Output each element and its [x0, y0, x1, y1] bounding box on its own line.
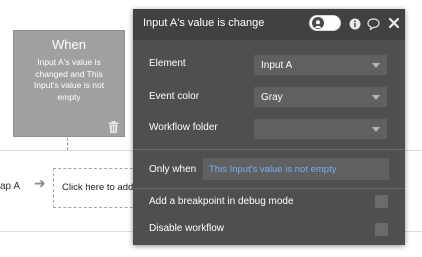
trash-icon[interactable] — [108, 121, 119, 133]
only-when-label: Only when — [149, 164, 197, 175]
event-card-title: When — [52, 37, 86, 52]
chevron-down-icon — [372, 127, 380, 132]
disable-workflow-checkbox[interactable] — [375, 223, 388, 236]
toggle-switch[interactable] — [309, 15, 341, 31]
comment-icon[interactable] — [367, 18, 380, 30]
chevron-down-icon — [372, 63, 380, 68]
add-action-button[interactable]: Click here to add — [53, 168, 143, 208]
arrow-right-icon: ➜ — [34, 175, 46, 191]
element-dropdown-value: Input A — [261, 60, 293, 71]
step-label[interactable]: ap A — [0, 181, 20, 192]
info-icon[interactable] — [349, 18, 361, 30]
connector-line — [67, 138, 69, 150]
panel-divider — [133, 188, 405, 189]
panel-divider — [133, 149, 405, 150]
event-color-label: Event color — [149, 91, 200, 102]
panel-title[interactable]: Input A's value is change — [143, 17, 273, 29]
event-card[interactable]: When Input A's value is changed and This… — [13, 30, 125, 137]
element-dropdown[interactable]: Input A — [254, 55, 387, 75]
only-when-expression[interactable]: This Input's value is not empty — [203, 158, 389, 180]
element-label: Element — [149, 58, 186, 69]
event-color-dropdown-value: Gray — [261, 92, 283, 103]
workflow-folder-label: Workflow folder — [149, 122, 218, 133]
workflow-folder-dropdown[interactable] — [254, 119, 387, 139]
person-icon — [312, 17, 324, 29]
property-editor-panel: Input A's value is change Element Input … — [133, 9, 405, 245]
chevron-down-icon — [372, 95, 380, 100]
event-color-dropdown[interactable]: Gray — [254, 87, 387, 107]
panel-header: Input A's value is change — [133, 9, 405, 40]
event-card-description: Input A's value is changed and This Inpu… — [33, 57, 105, 102]
breakpoint-checkbox[interactable] — [375, 195, 388, 208]
close-icon[interactable] — [389, 18, 399, 28]
breakpoint-label: Add a breakpoint in debug mode — [149, 196, 294, 207]
disable-workflow-label: Disable workflow — [149, 223, 225, 234]
